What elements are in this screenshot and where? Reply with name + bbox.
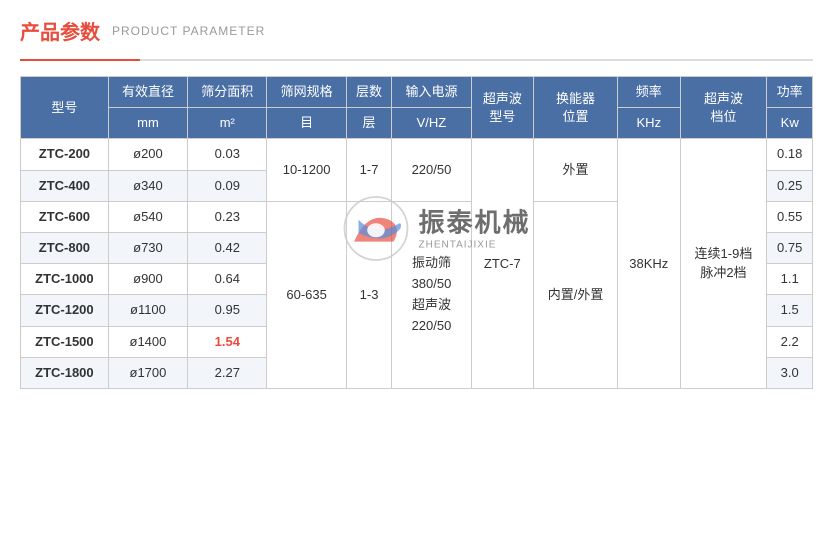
cell-mesh-2: 60-635 bbox=[267, 201, 346, 388]
cell-layers-1: 1-7 bbox=[346, 139, 392, 201]
cell-diameter: ø1400 bbox=[108, 326, 187, 357]
header-power-unit: V/HZ bbox=[392, 108, 471, 139]
cell-ultrasonic-model: ZTC-7 bbox=[471, 139, 533, 389]
cell-model: ZTC-200 bbox=[21, 139, 109, 170]
header-layers: 层数 bbox=[346, 77, 392, 108]
header-diameter: 有效直径 bbox=[108, 77, 187, 108]
page-header: 产品参数 PRODUCT PARAMETER bbox=[20, 16, 813, 45]
header-wattage: 功率 bbox=[767, 77, 813, 108]
header-area: 筛分面积 bbox=[188, 77, 267, 108]
cell-power-2: 振动筛 380/50 超声波 220/50 bbox=[392, 201, 471, 388]
header-frequency-unit: KHz bbox=[618, 108, 680, 139]
header-diameter-unit: mm bbox=[108, 108, 187, 139]
cell-power-1: 220/50 bbox=[392, 139, 471, 201]
cell-wattage: 2.2 bbox=[767, 326, 813, 357]
cell-model: ZTC-400 bbox=[21, 170, 109, 201]
header-area-unit: m² bbox=[188, 108, 267, 139]
cell-area red-text: 0.64 bbox=[188, 264, 267, 295]
cell-diameter: ø1100 bbox=[108, 295, 187, 326]
cell-area: 0.95 bbox=[188, 295, 267, 326]
header-layers-unit: 层 bbox=[346, 108, 392, 139]
cell-model: ZTC-1500 bbox=[21, 326, 109, 357]
cell-transducer-2: 内置/外置 bbox=[534, 201, 618, 388]
cell-area: 0.03 bbox=[188, 139, 267, 170]
table-row: ZTC-200 ø200 0.03 10-1200 1-7 220/50 ZTC… bbox=[21, 139, 813, 170]
header-gear: 超声波档位 bbox=[680, 77, 767, 139]
cell-diameter: ø340 bbox=[108, 170, 187, 201]
cell-area: 0.23 bbox=[188, 201, 267, 232]
cell-diameter: ø1700 bbox=[108, 357, 187, 388]
cell-mesh-1: 10-1200 bbox=[267, 139, 346, 201]
cell-transducer-1: 外置 bbox=[534, 139, 618, 201]
page-wrapper: 产品参数 PRODUCT PARAMETER 振泰机械 ZHENTAIJIXIE bbox=[0, 0, 833, 552]
page-title-en: PRODUCT PARAMETER bbox=[112, 24, 265, 38]
cell-model: ZTC-800 bbox=[21, 232, 109, 263]
cell-wattage: 0.55 bbox=[767, 201, 813, 232]
cell-wattage: 0.25 bbox=[767, 170, 813, 201]
cell-wattage: 1.1 bbox=[767, 264, 813, 295]
header-underline bbox=[20, 59, 813, 61]
page-title-cn: 产品参数 bbox=[20, 16, 100, 45]
header-transducer: 换能器位置 bbox=[534, 77, 618, 139]
cell-area: 1.54 bbox=[188, 326, 267, 357]
cell-frequency: 38KHz bbox=[618, 139, 680, 389]
cell-wattage: 0.75 bbox=[767, 232, 813, 263]
table-wrapper: 振泰机械 ZHENTAIJIXIE 型号 有效直径 筛分面积 筛网规格 层数 输… bbox=[20, 76, 813, 389]
header-power: 输入电源 bbox=[392, 77, 471, 108]
cell-model: ZTC-1200 bbox=[21, 295, 109, 326]
cell-diameter: ø540 bbox=[108, 201, 187, 232]
cell-diameter: ø900 bbox=[108, 264, 187, 295]
cell-gear: 连续1-9档 脉冲2档 bbox=[680, 139, 767, 389]
cell-area: 0.42 bbox=[188, 232, 267, 263]
header-frequency: 频率 bbox=[618, 77, 680, 108]
cell-model: ZTC-1000 bbox=[21, 264, 109, 295]
cell-diameter: ø730 bbox=[108, 232, 187, 263]
cell-model: ZTC-1800 bbox=[21, 357, 109, 388]
cell-area: 2.27 bbox=[188, 357, 267, 388]
product-table: 型号 有效直径 筛分面积 筛网规格 层数 输入电源 超声波型号 换能器位置 频率… bbox=[20, 76, 813, 389]
header-wattage-unit: Kw bbox=[767, 108, 813, 139]
cell-model: ZTC-600 bbox=[21, 201, 109, 232]
header-ultrasonic-model: 超声波型号 bbox=[471, 77, 533, 139]
cell-diameter: ø200 bbox=[108, 139, 187, 170]
header-mesh: 筛网规格 bbox=[267, 77, 346, 108]
cell-area: 0.09 bbox=[188, 170, 267, 201]
cell-wattage: 1.5 bbox=[767, 295, 813, 326]
header-mesh-unit: 目 bbox=[267, 108, 346, 139]
header-model: 型号 bbox=[21, 77, 109, 139]
cell-layers-2: 1-3 bbox=[346, 201, 392, 388]
cell-wattage: 0.18 bbox=[767, 139, 813, 170]
cell-wattage: 3.0 bbox=[767, 357, 813, 388]
